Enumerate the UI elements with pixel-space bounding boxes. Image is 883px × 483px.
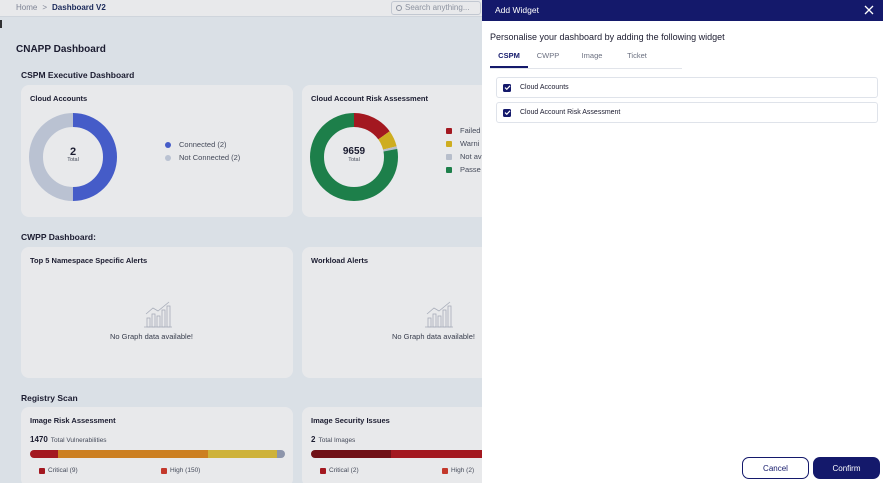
checkbox-checked[interactable] xyxy=(503,83,511,92)
add-widget-panel: Add Widget Personalise your dashboard by… xyxy=(482,0,883,483)
panel-title: Add Widget xyxy=(495,5,539,15)
tab-ticket[interactable]: Ticket xyxy=(616,48,658,68)
checkbox-checked[interactable] xyxy=(503,108,511,117)
tab-image[interactable]: Image xyxy=(568,48,616,68)
widget-option-cloud-accounts[interactable]: Cloud Accounts xyxy=(496,77,878,98)
tab-cwpp[interactable]: CWPP xyxy=(528,48,568,68)
panel-subtitle: Personalise your dashboard by adding the… xyxy=(490,32,725,42)
modal-backdrop[interactable] xyxy=(0,0,482,483)
cancel-button[interactable]: Cancel xyxy=(742,457,809,479)
widget-option-label: Cloud Accounts xyxy=(520,84,569,91)
widget-tabs: CSPM CWPP Image Ticket xyxy=(490,48,682,69)
widget-option-risk-assessment[interactable]: Cloud Account Risk Assessment xyxy=(496,102,878,123)
check-icon xyxy=(504,110,510,116)
close-icon[interactable] xyxy=(862,3,876,17)
check-icon xyxy=(504,85,510,91)
tab-cspm[interactable]: CSPM xyxy=(490,48,528,68)
confirm-button[interactable]: Confirm xyxy=(813,457,880,479)
panel-header: Add Widget xyxy=(482,0,883,21)
widget-option-label: Cloud Account Risk Assessment xyxy=(520,109,621,116)
